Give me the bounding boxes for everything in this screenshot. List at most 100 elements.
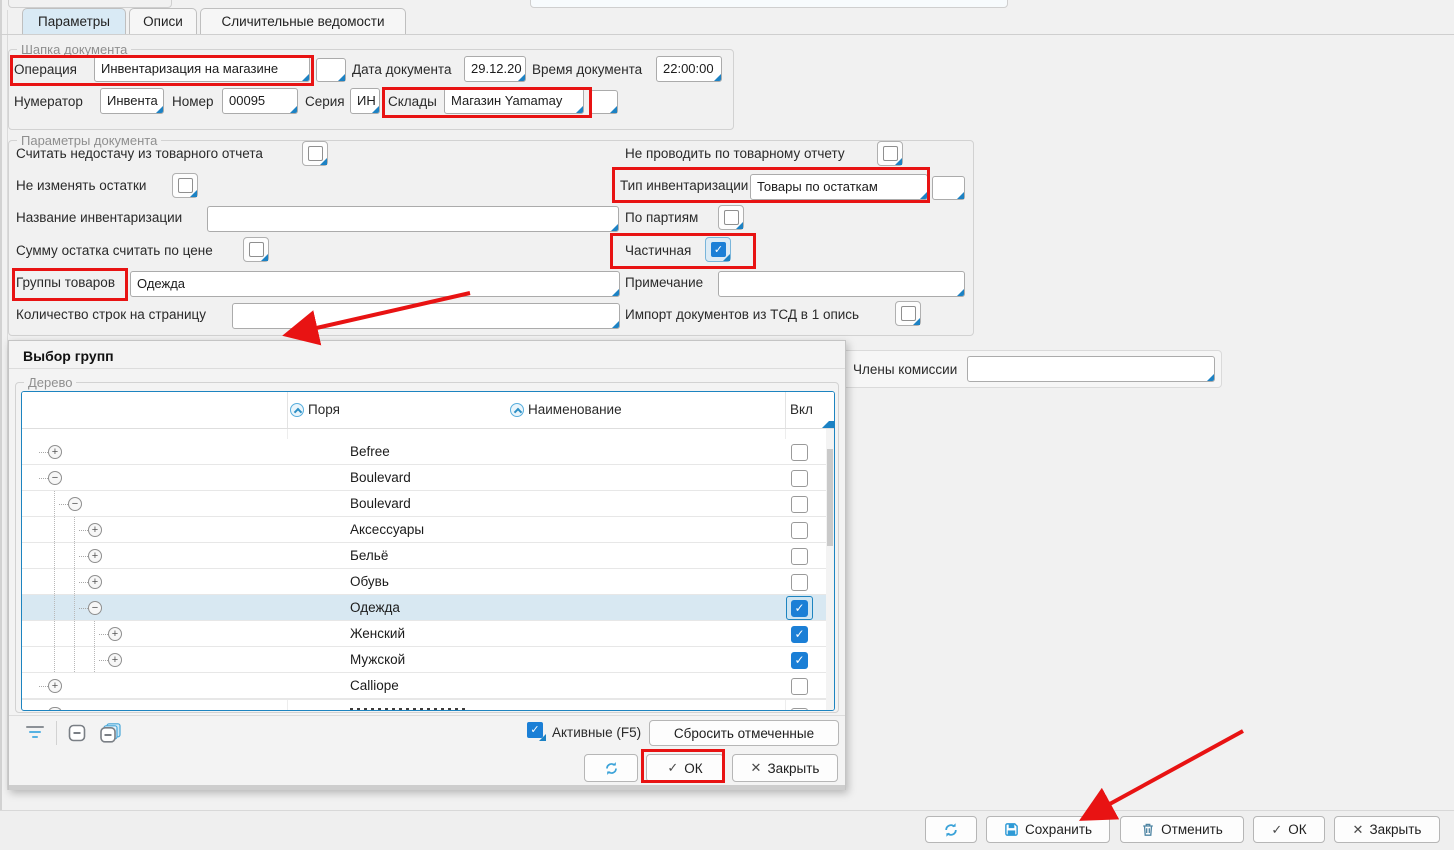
tab-comparison-sheets[interactable]: Сличительные ведомости (200, 8, 406, 35)
doc-time-field[interactable]: 22:00:00 (656, 56, 722, 82)
commission-panel: Члены комиссии (840, 350, 1222, 388)
annotation-box-inventory-type (612, 167, 930, 203)
row-name: Бельё (350, 548, 388, 563)
tree-scrollbar-thumb[interactable] (827, 449, 833, 546)
doc-date-field[interactable]: 29.12.20 (464, 56, 526, 82)
tree-row[interactable]: − Одежда ✓ (22, 595, 834, 621)
expand-node-icon[interactable]: + (48, 679, 62, 693)
refresh-icon (604, 761, 619, 776)
tree-row[interactable]: + Бельё (22, 543, 834, 569)
annotation-box-partial (610, 233, 756, 269)
row-included-checkbox[interactable] (791, 470, 808, 487)
tree-table-header: Поря Наименование Вкл (22, 392, 834, 429)
expand-node-icon[interactable]: + (88, 523, 102, 537)
clipped-row-text (350, 708, 468, 710)
commission-field[interactable] (967, 356, 1215, 382)
tree-row[interactable]: + Женский ✓ (22, 621, 834, 647)
row-name: Boulevard (350, 470, 411, 485)
tree-row-partial[interactable] (22, 699, 834, 710)
tree-guide-line (94, 647, 95, 672)
sort-ascending-icon[interactable] (510, 403, 524, 417)
top-clipped-panel-right (530, 0, 1008, 8)
tree-guide-line (54, 569, 55, 594)
by-batches-checkbox[interactable] (718, 205, 744, 230)
expand-node-icon[interactable]: + (48, 445, 62, 459)
cancel-button[interactable]: Отменить (1120, 816, 1244, 843)
tree-row[interactable]: +Аксессуары (22, 517, 834, 543)
tree-row[interactable]: + Calliope (22, 673, 834, 699)
tree-row[interactable]: −Boulevard (22, 491, 834, 517)
active-filter-checkbox[interactable]: ✓ (526, 721, 546, 741)
tab-parameters[interactable]: Параметры (22, 8, 126, 35)
footer-ok-button[interactable]: ✓ ОК (1253, 816, 1325, 843)
column-header-name[interactable]: Наименование (510, 402, 622, 417)
footer-refresh-button[interactable] (925, 816, 977, 843)
tree-guide-line (79, 556, 88, 557)
row-name: Женский (350, 626, 405, 641)
column-header-included[interactable]: Вкл (790, 402, 813, 417)
row-included-checkbox[interactable] (791, 548, 808, 565)
number-field[interactable]: 00095 (222, 88, 298, 114)
tree-guide-line (74, 569, 75, 594)
sum-by-price-label: Сумму остатка считать по цене (16, 243, 213, 258)
row-name: Calliope (350, 678, 399, 693)
tree-row[interactable]: +Befree (22, 439, 834, 465)
annotation-box-goods-groups (12, 268, 128, 301)
tree-scrollbar-track[interactable] (826, 429, 834, 710)
no-change-checkbox[interactable] (172, 173, 198, 198)
dialog-bottom-strip (9, 785, 845, 790)
note-label: Примечание (625, 275, 703, 290)
row-included-checkbox[interactable]: ✓ (791, 600, 808, 617)
expand-node-icon[interactable]: + (108, 653, 122, 667)
dialog-close-button[interactable]: ✕ Закрыть (732, 754, 838, 782)
reset-marked-button[interactable]: Сбросить отмеченные (649, 720, 839, 746)
column-header-order[interactable]: Поря (290, 402, 340, 417)
note-field[interactable] (718, 271, 965, 297)
row-included-checkbox[interactable]: ✓ (791, 652, 808, 669)
save-button[interactable]: Сохранить (986, 816, 1110, 843)
row-included-checkbox[interactable] (791, 496, 808, 513)
row-included-checkbox[interactable] (791, 574, 808, 591)
inventory-name-label: Название инвентаризации (16, 210, 182, 225)
expand-node-icon[interactable]: + (88, 575, 102, 589)
expand-node-icon[interactable]: + (108, 627, 122, 641)
collapse-all-icon[interactable] (99, 723, 121, 743)
dialog-refresh-button[interactable] (584, 754, 638, 782)
tree-guide-line (39, 478, 48, 479)
import-tsd-checkbox[interactable] (895, 301, 921, 326)
footer-close-button[interactable]: ✕ Закрыть (1334, 816, 1440, 843)
operation-extra-field[interactable] (316, 58, 346, 82)
annotation-box-dialog-ok (641, 749, 725, 783)
collapse-node-icon[interactable] (67, 723, 87, 743)
sort-ascending-icon[interactable] (290, 403, 304, 417)
sum-by-price-checkbox[interactable] (243, 237, 269, 262)
collapse-node-icon[interactable]: − (88, 601, 102, 615)
inventory-type-extra-field[interactable] (932, 176, 965, 200)
numerator-field[interactable]: Инвента (100, 88, 164, 114)
no-post-checkbox[interactable] (877, 141, 903, 166)
row-included-checkbox[interactable] (791, 444, 808, 461)
collapse-node-icon[interactable]: − (48, 471, 62, 485)
row-included-checkbox[interactable]: ✓ (791, 626, 808, 643)
expand-node-icon[interactable]: + (88, 549, 102, 563)
tree-row[interactable]: +Обувь (22, 569, 834, 595)
row-name: Мужской (350, 652, 405, 667)
inventory-name-field[interactable] (207, 206, 619, 232)
window-left-edge (0, 0, 2, 850)
tree-guide-line (54, 491, 55, 516)
rows-per-page-field[interactable] (232, 303, 620, 329)
tab-descriptions[interactable]: Описи (129, 8, 197, 35)
check-icon: ✓ (1271, 822, 1282, 838)
tree-row[interactable]: − Boulevard (22, 465, 834, 491)
series-field[interactable]: ИН (350, 88, 380, 114)
tree-row[interactable]: + Мужской ✓ (22, 647, 834, 673)
collapse-node-icon[interactable]: − (68, 497, 82, 511)
row-name: Одежда (350, 600, 400, 615)
row-included-checkbox[interactable] (791, 678, 808, 695)
filter-icon[interactable] (26, 726, 44, 738)
goods-groups-field[interactable]: Одежда (130, 271, 620, 297)
row-included-checkbox[interactable] (791, 522, 808, 539)
shortage-checkbox[interactable] (302, 141, 328, 166)
stores-extra-field[interactable] (590, 90, 618, 114)
tabs-baseline (0, 34, 1454, 35)
